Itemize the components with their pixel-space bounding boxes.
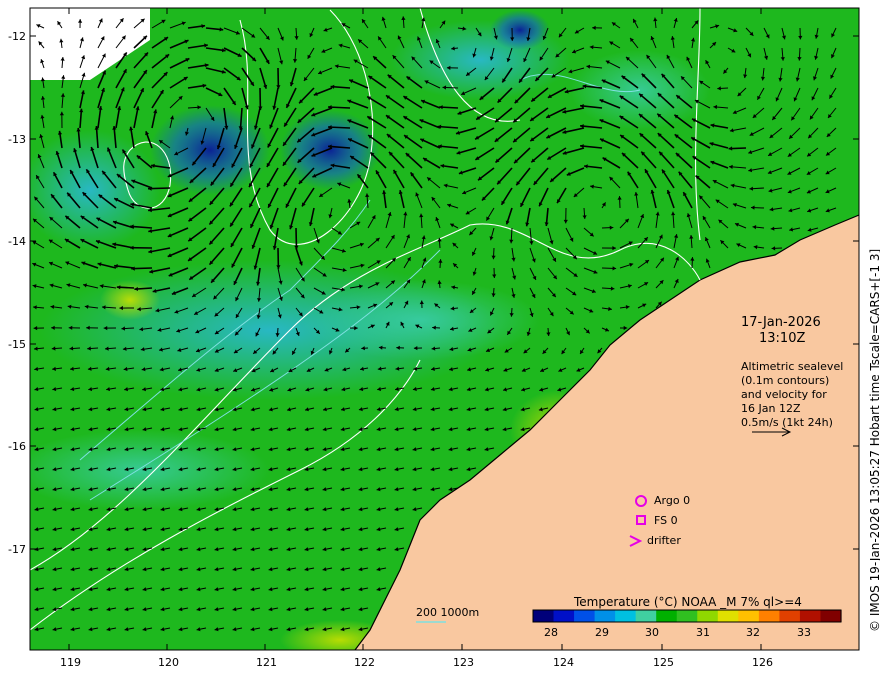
colorbar-swatch [758,610,780,622]
colorbar-swatch [594,610,616,622]
map-time: 13:10Z [759,331,806,346]
lon-tick-label: 126 [752,656,773,669]
lon-tick-label: 125 [653,656,674,669]
colorbar-tick: 31 [696,626,710,639]
colorbar-swatch [635,610,657,622]
bathymetry-legend-label: 200 1000m [416,606,480,619]
colorbar-swatch [574,610,596,622]
colorbar-title: Temperature (°C) NOAA _M 7% ql>=4 [574,595,802,609]
colorbar-swatch [656,610,678,622]
altimetry-note: (0.1m contours) [741,374,830,387]
colorbar-tick: 30 [645,626,659,639]
lat-tick-label: -16 [8,440,26,453]
colorbar-swatch [820,610,842,622]
altimetry-note: 0.5m/s (1kt 24h) [741,416,833,429]
map-date: 17-Jan-2026 [741,315,821,330]
colorbar-swatch [738,610,760,622]
legend-drifter-label: drifter [647,534,681,547]
lat-tick-label: -17 [8,543,26,556]
lat-tick-label: -14 [8,235,26,248]
lon-tick-label: 124 [553,656,574,669]
colorbar-swatch [553,610,575,622]
altimetry-note: 16 Jan 12Z [741,402,801,415]
lon-tick-label: 123 [453,656,474,669]
altimetry-note: Altimetric sealevel [741,360,844,373]
colorbar-swatch [533,610,555,622]
lon-tick-label: 119 [60,656,81,669]
lon-tick-label: 122 [354,656,375,669]
colorbar-tick: 29 [595,626,609,639]
lat-tick-label: -12 [8,30,26,43]
lon-tick-label: 121 [256,656,277,669]
colorbar-swatch [697,610,719,622]
colorbar-tick: 32 [746,626,760,639]
lat-tick-label: -15 [8,338,26,351]
colorbar-swatch [615,610,637,622]
colorbar-swatch [799,610,822,622]
legend-fs-label: FS 0 [654,514,678,527]
colorbar [532,609,842,623]
colorbar-swatch [676,610,698,622]
map-figure [29,7,860,651]
lat-tick-label: -13 [8,133,26,146]
lon-tick-label: 120 [158,656,179,669]
altimetry-note: and velocity for [741,388,827,401]
colorbar-tick: 28 [544,626,558,639]
colorbar-swatch [717,610,739,622]
colorbar-swatch [779,610,801,622]
colorbar-tick: 33 [797,626,811,639]
legend-argo-label: Argo 0 [654,494,691,507]
credit-text: © IMOS 19-Jan-2026 13:05:27 Hobart time … [868,248,880,632]
